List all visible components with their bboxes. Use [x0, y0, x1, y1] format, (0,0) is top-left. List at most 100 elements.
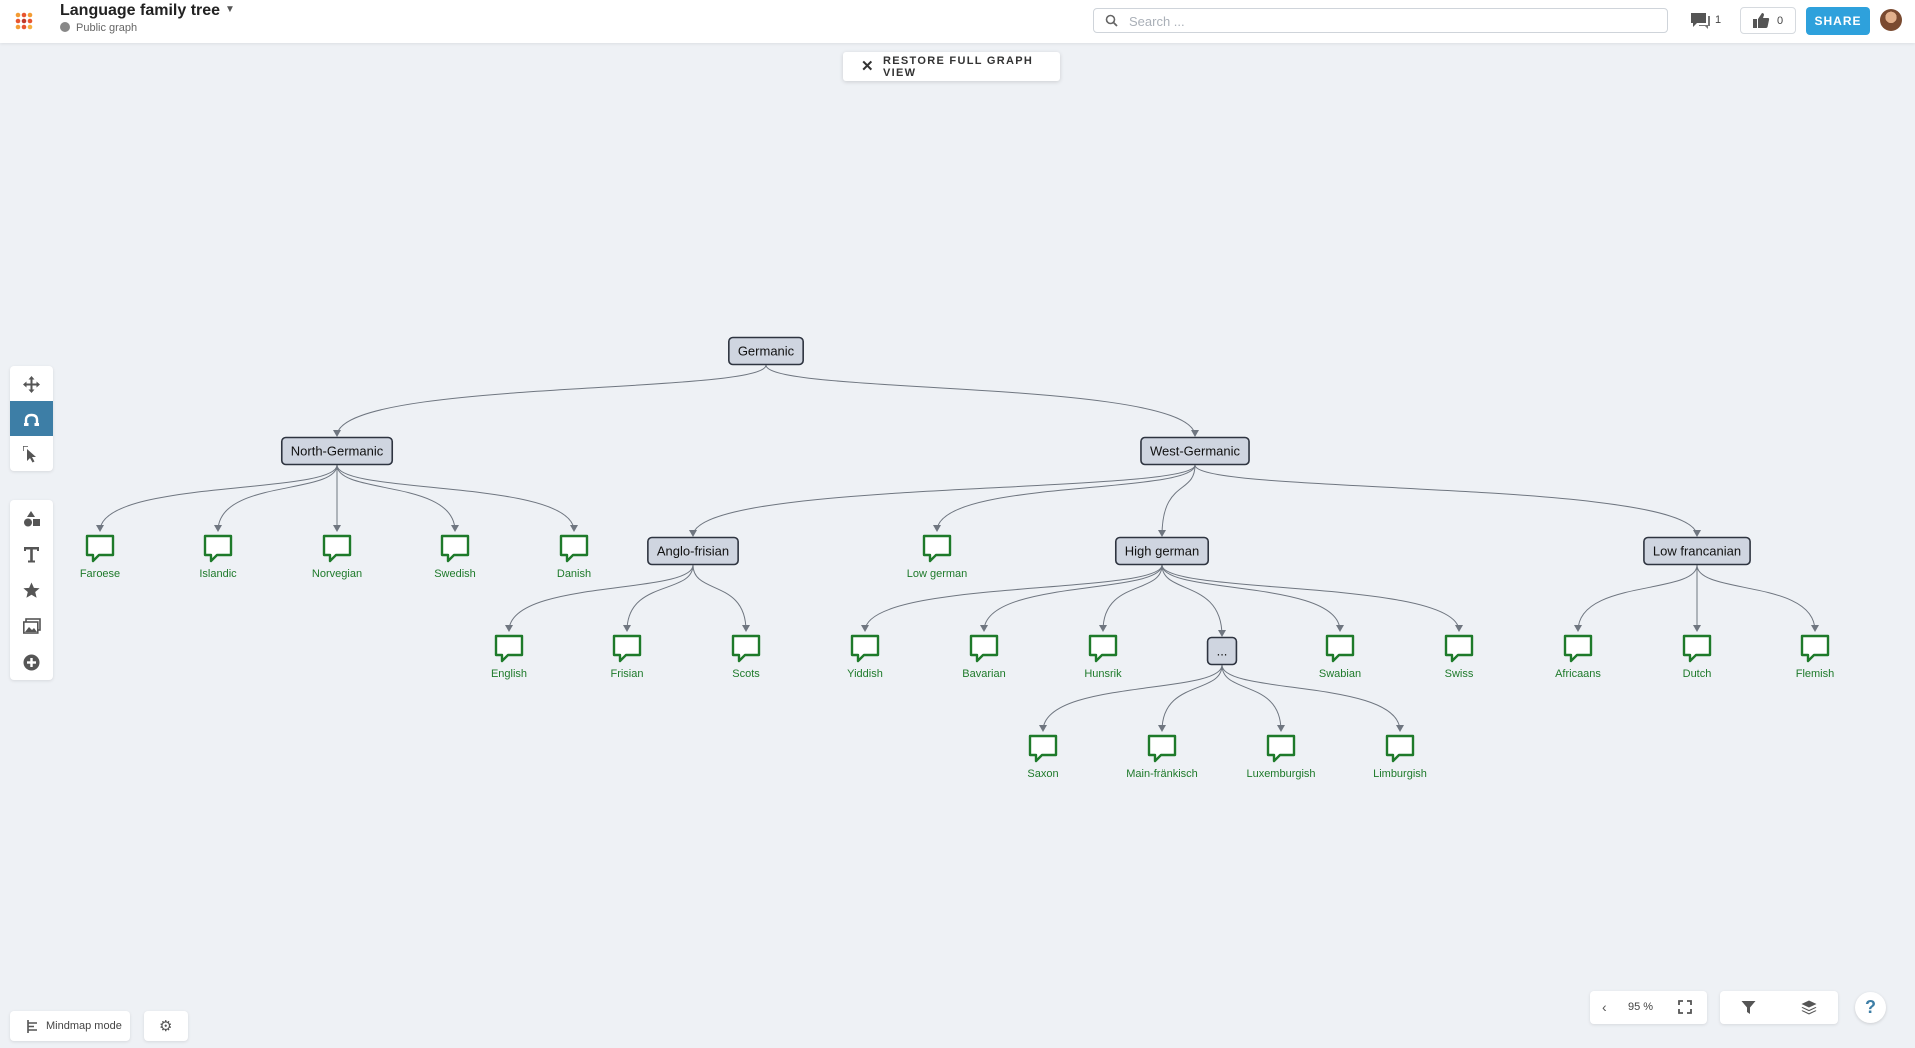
edge-highgerman-hunsrik[interactable] — [1099, 564, 1163, 632]
share-button[interactable]: SHARE — [1806, 7, 1870, 35]
select-tool-button[interactable] — [10, 436, 53, 471]
node-scots[interactable]: Scots — [731, 634, 760, 680]
leaf-node-label: Limburgish — [1373, 768, 1427, 780]
node-mainfrankisch[interactable]: Main-fränkisch — [1126, 734, 1198, 780]
leaf-node-label: Bavarian — [962, 668, 1005, 680]
edge-highgerman-swiss[interactable] — [1161, 564, 1463, 632]
speech-bubble-icon — [85, 534, 115, 563]
likes-count: 0 — [1777, 15, 1784, 27]
node-more[interactable]: ... — [1206, 636, 1238, 666]
edge-north-danish[interactable] — [336, 464, 578, 532]
chevron-left-icon[interactable]: ‹ — [1602, 999, 1607, 1015]
leaf-node-label: Norvegian — [312, 568, 362, 580]
graph-canvas[interactable]: Germanic North-Germanic West-Germanic Faroe… — [0, 0, 1915, 1048]
node-luxemburgish[interactable]: Luxemburgish — [1246, 734, 1316, 780]
comments-button[interactable]: 1 — [1689, 9, 1723, 33]
connect-tool-button[interactable] — [10, 401, 53, 436]
node-hunsrik[interactable]: Hunsrik — [1084, 634, 1122, 680]
edge-highgerman-more[interactable] — [1161, 564, 1226, 637]
node-limburgish[interactable]: Limburgish — [1373, 734, 1427, 780]
edge-highgerman-swabian[interactable] — [1161, 564, 1344, 632]
node-flemish[interactable]: Flemish — [1796, 634, 1835, 680]
shapes-tool-button[interactable] — [10, 500, 53, 536]
node-highgerman[interactable]: High german — [1114, 536, 1210, 566]
edge-anglofrisian-frisian[interactable] — [623, 564, 694, 632]
speech-bubble-icon — [969, 634, 999, 663]
node-north[interactable]: North-Germanic — [280, 436, 394, 466]
settings-button[interactable]: ⚙ — [144, 1011, 188, 1041]
speech-bubble-icon — [612, 634, 642, 663]
edge-more-saxon[interactable] — [1039, 664, 1223, 732]
connect-icon — [24, 413, 39, 426]
move-icon — [23, 376, 40, 393]
leaf-node-label: Scots — [732, 668, 760, 680]
edge-more-luxemburgish[interactable] — [1221, 664, 1285, 732]
mindmap-icon — [27, 1020, 37, 1033]
node-swiss[interactable]: Swiss — [1445, 634, 1474, 680]
add-tool-button[interactable] — [10, 644, 53, 680]
node-english[interactable]: English — [491, 634, 527, 680]
filter-icon[interactable] — [1741, 1000, 1756, 1015]
leaf-node-label: Flemish — [1796, 668, 1835, 680]
node-bavarian[interactable]: Bavarian — [962, 634, 1006, 680]
zoom-level[interactable]: 95 % — [1628, 1001, 1653, 1013]
image-tool-button[interactable] — [10, 608, 53, 644]
edge-west-lowgerman[interactable] — [933, 464, 1196, 532]
search-input[interactable] — [1127, 11, 1651, 32]
node-anglofrisian[interactable]: Anglo-frisian — [647, 536, 739, 566]
node-saxon[interactable]: Saxon — [1027, 734, 1059, 780]
edge-west-highgerman[interactable] — [1158, 464, 1196, 537]
edge-anglofrisian-english[interactable] — [505, 564, 694, 632]
edge-germanic-north[interactable] — [333, 364, 767, 437]
leaf-node-label: Islandic — [199, 568, 237, 580]
edge-more-limburgish[interactable] — [1221, 664, 1404, 732]
node-danish[interactable]: Danish — [557, 534, 591, 580]
edge-germanic-west[interactable] — [765, 364, 1199, 437]
restore-full-graph-button[interactable]: ✕ RESTORE FULL GRAPH VIEW — [843, 52, 1060, 81]
chevron-down-icon[interactable]: ▼ — [225, 4, 235, 15]
gear-icon: ⚙ — [159, 1018, 173, 1035]
node-germanic[interactable]: Germanic — [728, 336, 804, 366]
move-tool-button[interactable] — [10, 366, 53, 401]
speech-bubble-icon — [322, 534, 352, 563]
layers-icon[interactable] — [1801, 1000, 1817, 1015]
text-tool-button[interactable] — [10, 536, 53, 572]
edge-anglofrisian-scots[interactable] — [692, 564, 750, 632]
category-node-label: North-Germanic — [291, 444, 384, 459]
node-norvegian[interactable]: Norvegian — [312, 534, 362, 580]
mindmap-mode-button[interactable]: Mindmap mode — [10, 1011, 130, 1041]
edge-west-anglofrisian[interactable] — [689, 464, 1196, 537]
edge-north-faroese[interactable] — [96, 464, 338, 532]
edge-west-lowfrancanian[interactable] — [1194, 464, 1701, 537]
graph-title[interactable]: Language family tree — [60, 2, 220, 20]
app-logo-icon[interactable] — [13, 10, 35, 32]
edge-highgerman-bavarian[interactable] — [980, 564, 1163, 632]
node-yiddish[interactable]: Yiddish — [847, 634, 883, 680]
fullscreen-icon[interactable] — [1678, 1000, 1692, 1014]
edge-north-swedish[interactable] — [336, 464, 459, 532]
node-lowgerman[interactable]: Low german — [907, 534, 968, 580]
node-frisian[interactable]: Frisian — [610, 634, 644, 680]
avatar[interactable] — [1880, 9, 1902, 31]
help-button[interactable]: ? — [1855, 992, 1886, 1023]
edge-lowfrancanian-flemish[interactable] — [1696, 564, 1819, 632]
node-islandic[interactable]: Islandic — [199, 534, 237, 580]
category-node-label: ... — [1217, 644, 1228, 659]
search-box[interactable] — [1093, 8, 1668, 33]
node-west[interactable]: West-Germanic — [1140, 436, 1250, 466]
node-africaans[interactable]: Africaans — [1555, 634, 1601, 680]
like-button[interactable]: 0 — [1740, 7, 1796, 34]
text-icon — [24, 547, 39, 563]
node-lowfrancanian[interactable]: Low francanian — [1643, 536, 1751, 566]
leaf-node-label: Africaans — [1555, 668, 1601, 680]
node-dutch[interactable]: Dutch — [1683, 634, 1712, 680]
comment-icon — [1691, 13, 1710, 29]
title-area: Language family tree ▼ Public graph — [60, 2, 235, 34]
edge-north-islandic[interactable] — [214, 464, 338, 532]
node-swedish[interactable]: Swedish — [434, 534, 476, 580]
edge-lowfrancanian-africaans[interactable] — [1574, 564, 1698, 632]
node-swabian[interactable]: Swabian — [1319, 634, 1361, 680]
node-faroese[interactable]: Faroese — [80, 534, 120, 580]
edge-more-mainfrankisch[interactable] — [1158, 664, 1223, 732]
favorites-tool-button[interactable] — [10, 572, 53, 608]
